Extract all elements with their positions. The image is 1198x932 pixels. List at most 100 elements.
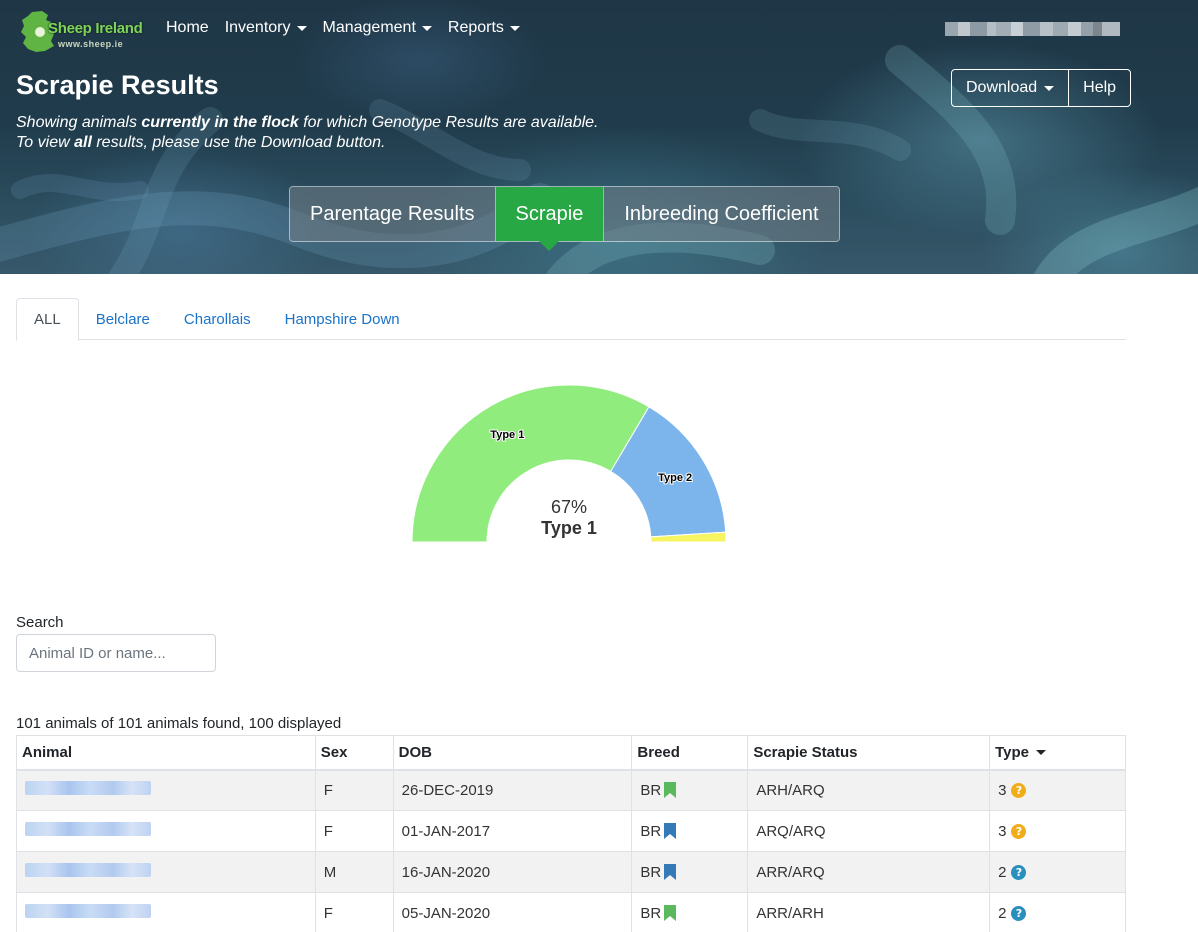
- scrapie-results-table: Animal Sex DOB Breed Scrapie Status Type…: [16, 735, 1126, 932]
- breed-code: BR: [640, 822, 662, 840]
- type-cell: 3?: [989, 769, 1126, 811]
- breed-tab-belclare-label: Belclare: [95, 310, 150, 328]
- animal-link-obscured[interactable]: [25, 863, 151, 877]
- column-header-animal[interactable]: Animal: [16, 735, 316, 771]
- chevron-down-icon: [509, 25, 520, 31]
- scrapie-status-cell: ARR/ARQ: [747, 851, 991, 893]
- bookmark-icon: [664, 863, 677, 880]
- tab-parentage-results[interactable]: Parentage Results: [290, 187, 495, 241]
- nav-home[interactable]: Home: [158, 19, 217, 37]
- breed-code: BR: [640, 781, 662, 799]
- subtitle-line-1: Showing animals currently in the flock f…: [16, 114, 599, 131]
- nav-home-label: Home: [166, 19, 209, 36]
- type-value: 2: [998, 904, 1007, 922]
- results-summary: 101 animals of 101 animals found, 100 di…: [16, 715, 342, 732]
- type-value: 2: [998, 863, 1007, 881]
- nav-inventory-label: Inventory: [224, 19, 291, 36]
- search-input[interactable]: [16, 634, 216, 672]
- chevron-down-icon: [296, 25, 307, 31]
- gauge-slice-label: Type 2: [658, 472, 692, 484]
- nav-management[interactable]: Management: [315, 19, 440, 37]
- type-cell: 3?: [989, 810, 1126, 852]
- scrapie-status-cell: ARR/ARH: [747, 892, 991, 932]
- animal-cell: [16, 769, 316, 811]
- breed-cell: BR: [631, 769, 749, 811]
- question-circle-icon[interactable]: ?: [1011, 864, 1027, 880]
- breed-tab-charollais-label: Charollais: [183, 310, 251, 328]
- column-header-breed[interactable]: Breed: [631, 735, 749, 771]
- download-button-label: Download: [966, 79, 1038, 96]
- header-action-buttons: Download Help: [951, 69, 1132, 107]
- sex-cell: F: [314, 769, 394, 811]
- sex-cell: M: [314, 851, 394, 893]
- breed-code: BR: [640, 904, 662, 922]
- type-value: 3: [998, 822, 1007, 840]
- tab-parentage-results-label: Parentage Results: [310, 202, 475, 225]
- dob-cell: 16-JAN-2020: [392, 851, 633, 893]
- column-header-sex[interactable]: Sex: [314, 735, 394, 771]
- nav-management-label: Management: [322, 19, 416, 36]
- dob-cell: 05-JAN-2020: [392, 892, 633, 932]
- table-row: F 01-JAN-2017 BR ARQ/ARQ 3?: [16, 810, 1126, 852]
- animal-cell: [16, 810, 316, 852]
- bookmark-icon: [664, 781, 677, 798]
- breed-tab-hampshire-down[interactable]: Hampshire Down: [268, 298, 417, 340]
- results-type-tabs: Parentage Results Scrapie Inbreeding Coe…: [289, 186, 840, 251]
- chevron-down-icon: [1044, 85, 1055, 91]
- type-cell: 2?: [989, 892, 1126, 932]
- help-button[interactable]: Help: [1068, 70, 1130, 106]
- breed-tabs: ALL Belclare Charollais Hampshire Down: [16, 298, 1126, 341]
- download-button[interactable]: Download: [952, 70, 1068, 106]
- sex-cell: F: [314, 810, 394, 852]
- gauge-slice[interactable]: [411, 384, 650, 543]
- tab-scrapie[interactable]: Scrapie: [494, 187, 604, 251]
- nav-inventory[interactable]: Inventory: [217, 19, 315, 37]
- animal-cell: [16, 892, 316, 932]
- breed-tab-charollais[interactable]: Charollais: [167, 298, 268, 340]
- table-row: F 26-DEC-2019 BR ARH/ARQ 3?: [16, 769, 1126, 811]
- animal-link-obscured[interactable]: [25, 781, 151, 796]
- scrapie-status-cell: ARQ/ARQ: [747, 810, 991, 852]
- dob-cell: 26-DEC-2019: [392, 769, 633, 811]
- animal-link-obscured[interactable]: [25, 904, 151, 918]
- tab-scrapie-label: Scrapie: [515, 202, 584, 225]
- page-subtitle: Showing animals currently in the flock f…: [16, 113, 599, 153]
- logo-brand-text: Sheep Ireland: [48, 20, 143, 37]
- column-header-type[interactable]: Type: [989, 735, 1126, 771]
- scrapie-type-gauge-chart: Type 1 Type 2 67% Type 1: [411, 384, 727, 543]
- bookmark-icon: [664, 904, 677, 921]
- user-menu-obscured[interactable]: [945, 22, 1120, 36]
- page-header: Sheep Ireland www.sheep.ie Home Inventor…: [0, 0, 1198, 274]
- gauge-center-label: Type 1: [541, 518, 597, 538]
- table-row: M 16-JAN-2020 BR ARR/ARQ 2?: [16, 851, 1126, 893]
- search-label: Search: [16, 614, 64, 631]
- breed-tab-all[interactable]: ALL: [16, 298, 79, 341]
- question-circle-icon[interactable]: ?: [1011, 782, 1027, 798]
- sheep-ireland-logo[interactable]: Sheep Ireland www.sheep.ie: [18, 8, 143, 54]
- breed-cell: BR: [631, 851, 749, 893]
- breed-cell: BR: [631, 810, 749, 852]
- breed-code: BR: [640, 863, 662, 881]
- nav-reports[interactable]: Reports: [440, 19, 528, 37]
- subtitle-line-2: To view all results, please use the Down…: [16, 134, 386, 151]
- column-header-dob[interactable]: DOB: [392, 735, 633, 771]
- question-circle-icon[interactable]: ?: [1011, 905, 1027, 921]
- breed-cell: BR: [631, 892, 749, 932]
- main-nav: Home Inventory Management Reports: [158, 19, 528, 37]
- breed-tab-all-label: ALL: [34, 311, 61, 328]
- question-circle-icon[interactable]: ?: [1011, 823, 1027, 839]
- table-header-row: Animal Sex DOB Breed Scrapie Status Type: [16, 735, 1126, 771]
- tab-inbreeding-coefficient[interactable]: Inbreeding Coefficient: [603, 187, 839, 241]
- table-row: F 05-JAN-2020 BR ARR/ARH 2?: [16, 892, 1126, 932]
- animal-link-obscured[interactable]: [25, 822, 151, 836]
- gauge-center-percent: 67%: [551, 497, 587, 517]
- dob-cell: 01-JAN-2017: [392, 810, 633, 852]
- column-header-scrapie-status[interactable]: Scrapie Status: [747, 735, 991, 771]
- chevron-down-icon: [421, 25, 432, 31]
- tab-inbreeding-coefficient-label: Inbreeding Coefficient: [624, 202, 819, 225]
- page-title: Scrapie Results: [16, 70, 219, 100]
- logo-url-text: www.sheep.ie: [58, 39, 124, 49]
- breed-tab-belclare[interactable]: Belclare: [79, 298, 167, 340]
- sex-cell: F: [314, 892, 394, 932]
- scrapie-status-cell: ARH/ARQ: [747, 769, 991, 811]
